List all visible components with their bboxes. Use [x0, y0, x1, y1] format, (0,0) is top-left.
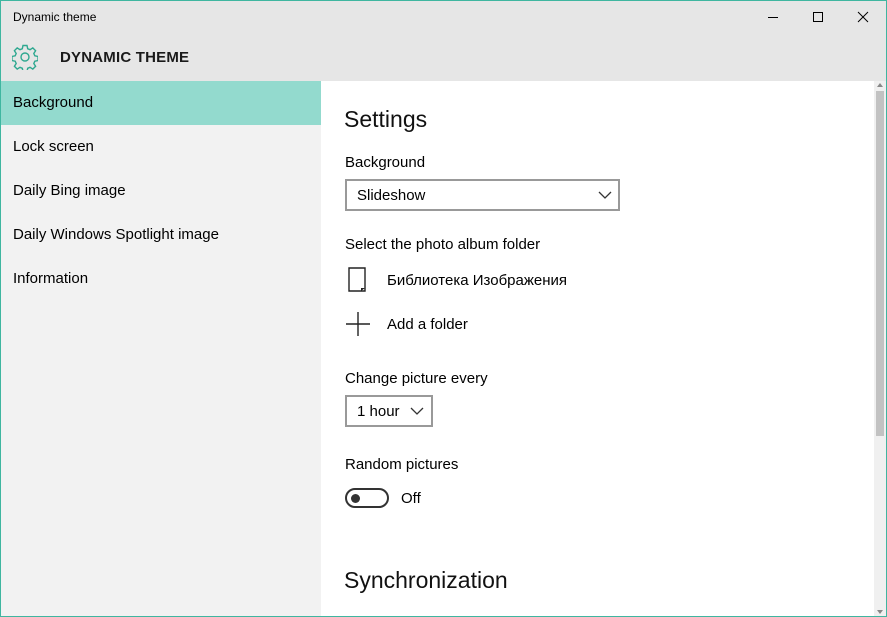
sidebar-item-background[interactable]: Background [1, 81, 321, 125]
scrollbar[interactable] [874, 81, 886, 616]
sidebar: Background Lock screen Daily Bing image … [1, 81, 321, 616]
background-dropdown-value: Slideshow [357, 187, 426, 204]
settings-heading: Settings [344, 106, 428, 132]
maximize-button[interactable] [795, 1, 841, 33]
sync-heading: Synchronization [344, 567, 508, 593]
chevron-down-icon [410, 407, 424, 415]
maximize-icon [813, 12, 823, 22]
window-title: Dynamic theme [13, 10, 97, 24]
interval-label: Change picture every [345, 370, 488, 387]
plus-icon[interactable] [345, 311, 371, 337]
scrollbar-thumb[interactable] [876, 91, 884, 436]
background-dropdown[interactable]: Slideshow [345, 179, 620, 211]
sidebar-item-lock-screen[interactable]: Lock screen [1, 125, 321, 169]
add-folder-button[interactable]: Add a folder [387, 316, 468, 333]
close-icon [857, 11, 869, 23]
folder-icon [348, 267, 366, 292]
toggle-knob [351, 494, 360, 503]
sidebar-item-label: Lock screen [13, 138, 94, 155]
background-label: Background [345, 154, 426, 171]
gear-icon[interactable] [12, 44, 38, 70]
scroll-up-icon[interactable] [877, 83, 883, 87]
sidebar-item-daily-bing[interactable]: Daily Bing image [1, 169, 321, 213]
sidebar-item-label: Daily Bing image [13, 182, 126, 199]
album-label: Select the photo album folder [345, 236, 541, 253]
sidebar-item-label: Background [13, 94, 94, 111]
album-folder-name[interactable]: Библиотека Изображения [387, 272, 567, 289]
random-state: Off [401, 490, 421, 507]
minimize-button[interactable] [750, 1, 796, 33]
chevron-down-icon [598, 191, 612, 199]
settings-panel: Settings Background Slideshow Select the… [321, 81, 874, 616]
minimize-icon [768, 17, 778, 18]
title-bar[interactable]: Dynamic theme [1, 1, 886, 33]
scroll-down-icon[interactable] [877, 610, 883, 614]
sidebar-item-information[interactable]: Information [1, 257, 321, 301]
sidebar-item-daily-spotlight[interactable]: Daily Windows Spotlight image [1, 213, 321, 257]
app-title: DYNAMIC THEME [60, 49, 190, 66]
interval-dropdown-value: 1 hour [357, 403, 400, 420]
interval-dropdown[interactable]: 1 hour [345, 395, 433, 427]
sidebar-item-label: Daily Windows Spotlight image [13, 226, 219, 243]
random-label: Random pictures [345, 456, 459, 473]
close-button[interactable] [840, 1, 886, 33]
app-window: Dynamic theme DYNAMIC THEME Background L… [0, 0, 887, 617]
app-header: DYNAMIC THEME [1, 33, 886, 81]
random-toggle[interactable] [345, 488, 389, 508]
sidebar-item-label: Information [13, 270, 89, 287]
